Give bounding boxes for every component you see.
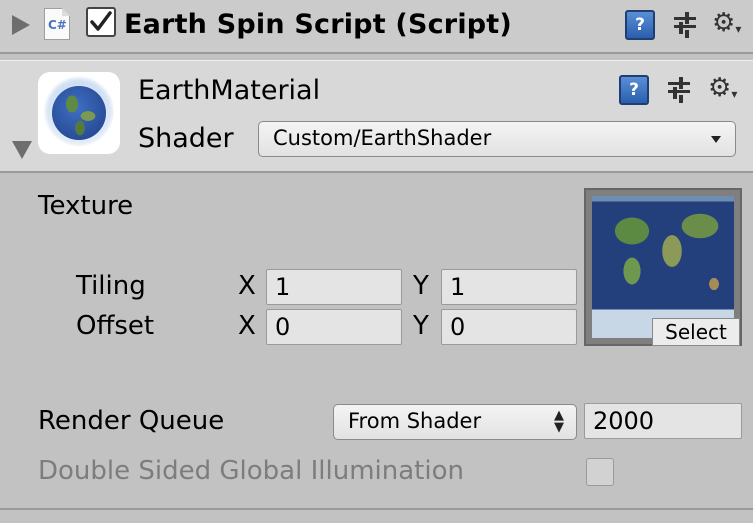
material-help-icon[interactable]: ? — [619, 75, 649, 105]
up-down-arrows-icon: ▲ ▼ — [554, 408, 564, 435]
component-enabled-checkbox[interactable] — [86, 7, 116, 37]
earth-texture-thumbnail — [592, 196, 734, 338]
render-queue-label: Render Queue — [38, 406, 225, 436]
tiling-y-label: Y — [413, 271, 429, 301]
render-queue-value-field[interactable]: 2000 — [584, 403, 742, 439]
cs-script-icon-label: C# — [48, 18, 67, 32]
render-queue-dropdown[interactable]: From Shader ▲ ▼ — [333, 404, 577, 440]
offset-x-label: X — [238, 311, 256, 341]
double-sided-gi-checkbox[interactable] — [586, 458, 614, 486]
checkmark-icon — [90, 11, 112, 31]
material-foldout-arrow-icon[interactable] — [12, 141, 32, 159]
preset-icon[interactable] — [670, 10, 700, 40]
chevron-down-icon — [711, 136, 721, 143]
shader-dropdown[interactable]: Custom/EarthShader — [258, 121, 736, 157]
preset-sliders-icon — [668, 77, 690, 103]
tiling-label: Tiling — [76, 271, 146, 301]
material-preset-icon[interactable] — [664, 75, 694, 105]
material-gear-icon[interactable]: ⚙▾ — [708, 73, 746, 103]
gear-icon[interactable]: ⚙▾ — [712, 8, 750, 38]
shader-label: Shader — [138, 123, 234, 154]
material-name: EarthMaterial — [138, 75, 321, 106]
foldout-arrow-icon[interactable] — [12, 15, 30, 35]
preset-sliders-icon — [674, 12, 696, 38]
texture-label: Texture — [38, 191, 134, 221]
offset-label: Offset — [76, 311, 155, 341]
material-preview-sphere — [38, 72, 120, 154]
render-queue-dropdown-value: From Shader — [348, 409, 482, 433]
shader-dropdown-value: Custom/EarthShader — [273, 126, 492, 150]
divider — [0, 508, 753, 510]
offset-y-label: Y — [413, 311, 429, 341]
script-component-title: Earth Spin Script (Script) — [124, 9, 512, 40]
help-icon[interactable]: ? — [625, 10, 655, 40]
offset-x-field[interactable]: 0 — [266, 309, 402, 345]
tiling-x-field[interactable]: 1 — [266, 269, 402, 305]
offset-y-field[interactable]: 0 — [441, 309, 577, 345]
tiling-x-label: X — [238, 271, 256, 301]
cs-script-icon: C# — [44, 8, 70, 40]
tiling-y-field[interactable]: 1 — [441, 269, 577, 305]
texture-select-button[interactable]: Select — [652, 318, 740, 346]
double-sided-gi-label: Double Sided Global Illumination — [38, 456, 464, 486]
